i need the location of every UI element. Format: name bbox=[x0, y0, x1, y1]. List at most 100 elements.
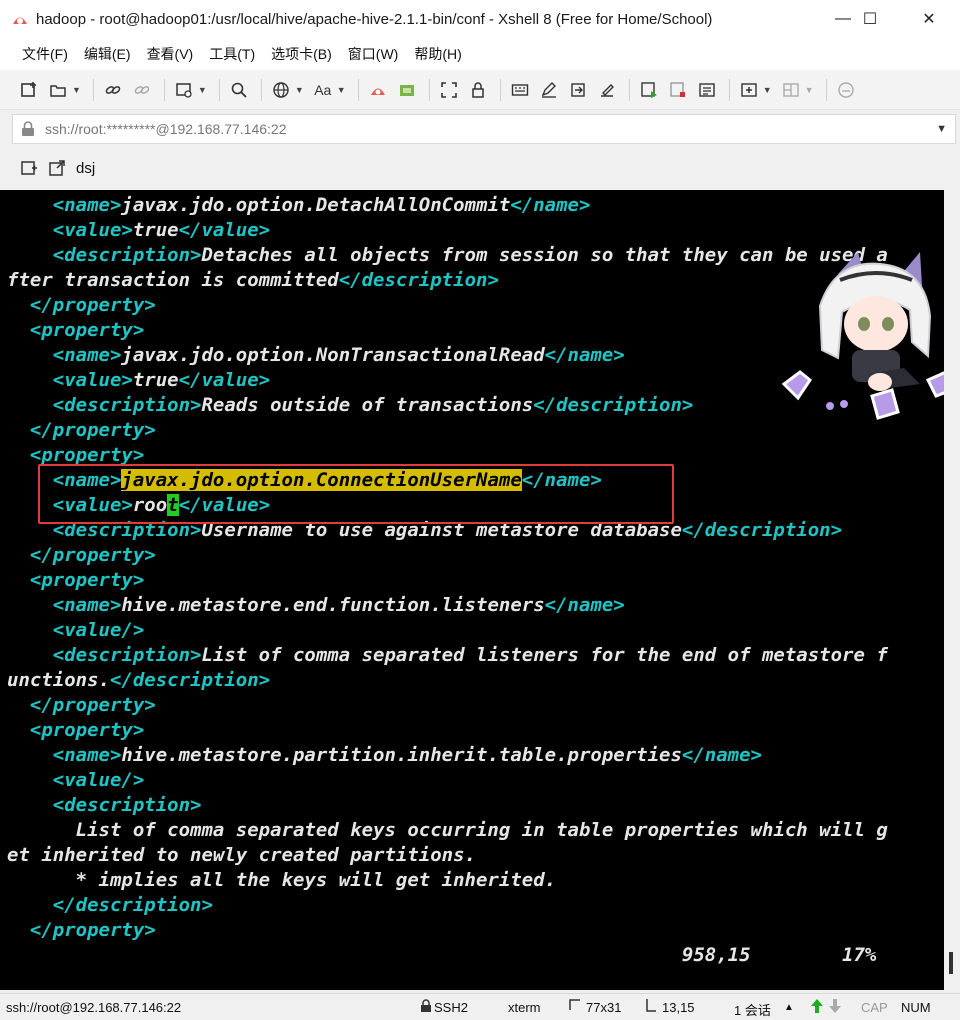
terminal-line: </property> bbox=[7, 293, 156, 318]
tab-dsj[interactable]: dsj bbox=[76, 160, 95, 177]
terminal-line: <property> bbox=[7, 718, 144, 743]
script-run-button[interactable] bbox=[636, 77, 662, 103]
terminal-text: <name> bbox=[7, 744, 122, 766]
scrollbar-thumb[interactable] bbox=[949, 952, 953, 974]
status-bar: ssh://root@192.168.77.146:22 SSH2 xterm … bbox=[0, 993, 960, 1020]
tab-session-button[interactable] bbox=[46, 157, 68, 179]
terminal-line: <name>javax.jdo.option.NonTransactionalR… bbox=[7, 343, 625, 368]
terminal-line: <value>true</value> bbox=[7, 368, 270, 393]
log-button[interactable] bbox=[694, 77, 720, 103]
chat-button[interactable] bbox=[833, 77, 859, 103]
terminal-text: <description> bbox=[7, 244, 202, 266]
terminal-text: hive.metastore.partition.inherit.table.p… bbox=[121, 744, 682, 766]
close-button[interactable]: ✕ bbox=[902, 0, 956, 38]
terminal-text: et inherited to newly created partitions… bbox=[7, 844, 476, 866]
terminal-line: * implies all the keys will get inherite… bbox=[7, 868, 556, 893]
terminal-line: <value/> bbox=[7, 618, 145, 643]
menu-file[interactable]: 文件(F) bbox=[14, 44, 76, 64]
lock-button[interactable] bbox=[465, 77, 491, 103]
fullscreen-button[interactable] bbox=[436, 77, 462, 103]
send-button[interactable] bbox=[565, 77, 591, 103]
status-sessions: 1 会话 bbox=[734, 1003, 771, 1018]
toolbar-separator bbox=[825, 78, 827, 101]
find-button[interactable] bbox=[226, 77, 252, 103]
terminal-line: <description>Detaches all objects from s… bbox=[7, 243, 888, 268]
menu-help[interactable]: 帮助(H) bbox=[406, 44, 469, 64]
terminal-text: </name> bbox=[544, 344, 625, 366]
terminal-text: </property> bbox=[7, 419, 156, 441]
terminal-text: </name> bbox=[544, 594, 625, 616]
send-icon bbox=[570, 82, 585, 97]
open-dropdown-icon[interactable]: ▼ bbox=[72, 85, 81, 95]
sessions-up-icon[interactable]: ▲ bbox=[784, 1002, 794, 1013]
terminal-text: <name> bbox=[7, 194, 122, 216]
terminal-line: <name>hive.metastore.partition.inherit.t… bbox=[7, 743, 762, 768]
font-button[interactable]: Aa bbox=[310, 77, 336, 103]
properties-dropdown-icon[interactable]: ▼ bbox=[198, 85, 207, 95]
layout-dropdown-icon[interactable]: ▼ bbox=[805, 85, 814, 95]
terminal-scrollbar[interactable] bbox=[944, 190, 960, 990]
toolbar-separator bbox=[218, 78, 220, 101]
layout-button[interactable] bbox=[778, 77, 804, 103]
terminal-line: <value>root</value> bbox=[7, 493, 270, 518]
reconnect-button[interactable] bbox=[100, 77, 126, 103]
terminal-line: </property> bbox=[7, 693, 156, 718]
terminal-line: </property> bbox=[7, 418, 156, 443]
keyboard-button[interactable] bbox=[507, 77, 533, 103]
terminal-text: <name> bbox=[7, 469, 122, 491]
session-properties-button[interactable] bbox=[171, 77, 197, 103]
terminal-text: <description> bbox=[7, 644, 202, 666]
terminal-line: <value/> bbox=[7, 768, 145, 793]
terminal-line: List of comma separated keys occurring i… bbox=[7, 818, 888, 843]
chat-icon bbox=[837, 81, 854, 98]
address-bar[interactable]: ssh://root:*********@192.168.77.146:22 ▼ bbox=[12, 114, 956, 144]
toolbar-separator bbox=[163, 78, 165, 101]
menu-tools[interactable]: 工具(T) bbox=[201, 44, 263, 64]
xftp-button[interactable] bbox=[365, 77, 391, 103]
terminal-line: <name>hive.metastore.end.function.listen… bbox=[7, 593, 625, 618]
terminal-text: </property> bbox=[7, 694, 156, 716]
font-dropdown-icon[interactable]: ▼ bbox=[337, 85, 346, 95]
toolbar: ▼ ▼ ▼ Aa ▼ ▼ ▼ bbox=[0, 70, 960, 110]
menu-edit[interactable]: 编辑(E) bbox=[76, 44, 139, 64]
menu-view[interactable]: 查看(V) bbox=[139, 44, 202, 64]
encoding-button[interactable] bbox=[268, 77, 294, 103]
script-stop-button[interactable] bbox=[665, 77, 691, 103]
new-tab-button[interactable] bbox=[736, 77, 762, 103]
address-dropdown-icon[interactable]: ▼ bbox=[936, 123, 947, 135]
new-session-button[interactable] bbox=[16, 77, 42, 103]
xftp-green-button[interactable] bbox=[394, 77, 420, 103]
menu-tabs[interactable]: 选项卡(B) bbox=[263, 44, 340, 64]
terminal-text: </description> bbox=[7, 894, 213, 916]
terminal-text: </property> bbox=[7, 919, 156, 941]
maximize-button[interactable]: ☐ bbox=[843, 0, 897, 38]
terminal-text: </name> bbox=[510, 194, 591, 216]
tab-list-button[interactable] bbox=[18, 157, 40, 179]
terminal-text: hive.metastore.end.function.listeners bbox=[121, 594, 545, 616]
script-stop-icon bbox=[669, 81, 685, 97]
disconnect-button[interactable] bbox=[129, 77, 155, 103]
terminal-text: <description> bbox=[7, 794, 202, 816]
terminal-line: </property> bbox=[7, 918, 156, 943]
compose-button[interactable] bbox=[594, 77, 620, 103]
tab-bar: dsj bbox=[0, 148, 960, 188]
menu-window[interactable]: 窗口(W) bbox=[340, 44, 407, 64]
status-cursor-position: 13,15 bbox=[662, 1000, 695, 1015]
terminal-text: javax.jdo.option.DetachAllOnCommit bbox=[121, 194, 511, 216]
terminal-text: <property> bbox=[7, 719, 145, 741]
toolbar-separator bbox=[260, 78, 262, 101]
terminal-screen[interactable]: <name>javax.jdo.option.DetachAllOnCommit… bbox=[0, 190, 944, 990]
encoding-dropdown-icon[interactable]: ▼ bbox=[295, 85, 304, 95]
terminal-text: Username to use against metastore databa… bbox=[201, 519, 682, 541]
terminal-text: <value> bbox=[7, 219, 133, 241]
highlight-button[interactable] bbox=[536, 77, 562, 103]
terminal-line: <description>Reads outside of transactio… bbox=[7, 393, 694, 418]
download-arrow-icon bbox=[829, 999, 841, 1013]
title-bar: hadoop - root@hadoop01:/usr/local/hive/a… bbox=[0, 0, 960, 38]
terminal-text: 958,15 17% bbox=[7, 944, 877, 966]
new-tab-dropdown-icon[interactable]: ▼ bbox=[763, 85, 772, 95]
open-session-button[interactable] bbox=[45, 77, 71, 103]
link-icon bbox=[105, 85, 121, 94]
search-icon bbox=[231, 82, 247, 98]
terminal-text: </name> bbox=[521, 469, 602, 491]
